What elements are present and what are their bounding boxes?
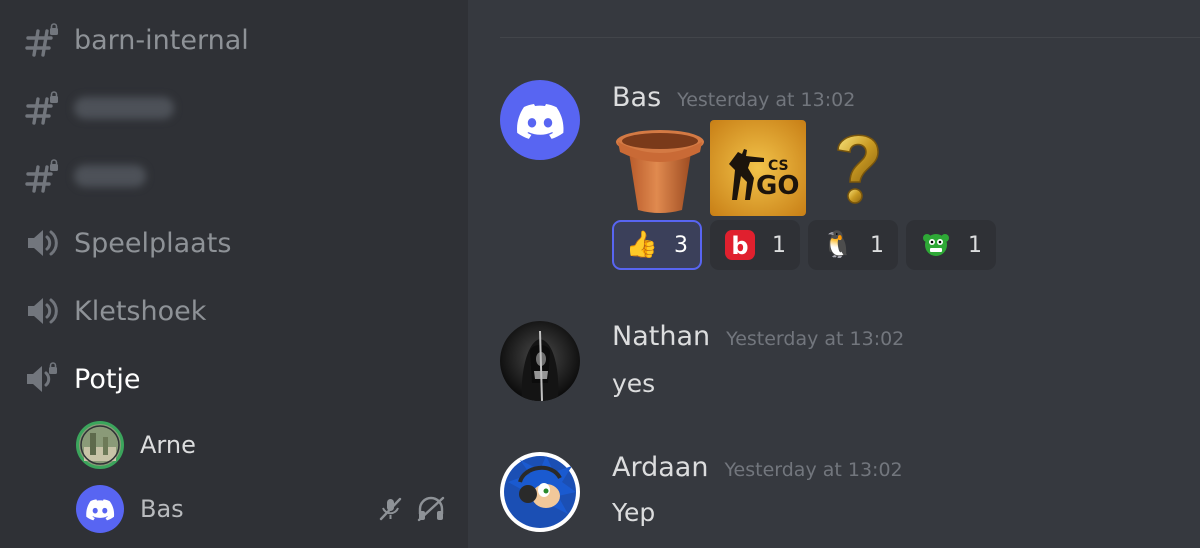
locked-speaker-icon <box>22 360 60 398</box>
green-monster-icon <box>920 229 952 261</box>
timestamp: Yesterday at 13:02 <box>677 89 856 111</box>
avatar[interactable] <box>500 80 580 160</box>
channel-name: Potje <box>74 363 141 395</box>
speaker-icon <box>22 224 60 262</box>
chat-area: Bas Yesterday at 13:02 CS GO 👍 3 b 1 🐧 1… <box>468 0 1200 548</box>
flower-pot-emoji[interactable] <box>612 120 708 216</box>
emoji-content: CS GO <box>612 120 906 216</box>
speaker-icon <box>22 292 60 330</box>
author-name[interactable]: Nathan <box>612 321 710 352</box>
blurred-channel-name <box>74 97 174 119</box>
channel-sidebar: barn-internal Speelplaats Kletshoek Potj… <box>0 0 468 548</box>
voice-user-name: Bas <box>140 495 184 523</box>
voice-status-icons <box>378 496 446 522</box>
message-header: Ardaan Yesterday at 13:02 <box>612 452 903 483</box>
reaction-count: 3 <box>674 232 688 258</box>
discord-app: barn-internal Speelplaats Kletshoek Potj… <box>0 0 1200 548</box>
csgo-logo-emoji[interactable]: CS GO <box>710 120 806 216</box>
channel-name: Speelplaats <box>74 227 232 259</box>
message-ardaan: Ardaan Yesterday at 13:02 Yep <box>500 452 1180 542</box>
author-name[interactable]: Bas <box>612 82 661 113</box>
date-divider <box>500 37 1200 38</box>
deafened-headphones-icon <box>417 496 445 522</box>
reaction-count: 1 <box>772 232 786 258</box>
author-name[interactable]: Ardaan <box>612 452 708 483</box>
thumbs-up-icon: 👍 <box>625 230 659 260</box>
channel-hidden-2[interactable] <box>22 146 146 206</box>
channel-kletshoek[interactable]: Kletshoek <box>22 281 206 341</box>
reaction-thumbs-up[interactable]: 👍 3 <box>612 220 702 270</box>
muted-microphone-icon <box>379 497 402 521</box>
message-nathan: Nathan Yesterday at 13:02 yes <box>500 321 1180 411</box>
reactions-bar: 👍 3 b 1 🐧 1 1 <box>612 220 996 270</box>
message-text: yes <box>612 369 656 398</box>
channel-potje[interactable]: Potje <box>22 349 141 409</box>
timestamp: Yesterday at 13:02 <box>724 459 903 481</box>
message-header: Bas Yesterday at 13:02 <box>612 82 855 113</box>
channel-speelplaats[interactable]: Speelplaats <box>22 213 231 273</box>
avatar[interactable] <box>500 321 580 401</box>
timestamp: Yesterday at 13:02 <box>726 328 905 350</box>
red-b-icon: b <box>724 229 756 261</box>
locked-text-channel-icon <box>22 89 60 127</box>
blurred-channel-name <box>74 165 146 187</box>
voice-user-arne[interactable]: Arne <box>76 420 446 470</box>
message-header: Nathan Yesterday at 13:02 <box>612 321 904 352</box>
reaction-penguin[interactable]: 🐧 1 <box>808 220 898 270</box>
golden-question-mark-emoji[interactable] <box>806 120 906 216</box>
voice-user-bas[interactable]: Bas <box>76 484 446 534</box>
svg-text:GO: GO <box>756 171 799 201</box>
avatar <box>76 421 124 469</box>
avatar[interactable] <box>500 452 580 532</box>
message-text: Yep <box>612 498 656 527</box>
channel-name: barn-internal <box>74 24 249 56</box>
locked-text-channel-icon <box>22 157 60 195</box>
locked-text-channel-icon <box>22 21 60 59</box>
reaction-red-b[interactable]: b 1 <box>710 220 800 270</box>
reaction-count: 1 <box>870 232 884 258</box>
penguin-icon: 🐧 <box>821 230 855 260</box>
channel-name: Kletshoek <box>74 295 207 327</box>
reaction-count: 1 <box>968 232 982 258</box>
red-b-letter: b <box>731 232 748 260</box>
avatar <box>76 485 124 533</box>
voice-user-name: Arne <box>140 431 196 459</box>
reaction-green-monster[interactable]: 1 <box>906 220 996 270</box>
channel-hidden-1[interactable] <box>22 78 174 138</box>
channel-barn-internal[interactable]: barn-internal <box>22 10 249 70</box>
message-bas: Bas Yesterday at 13:02 CS GO 👍 3 b 1 🐧 1… <box>500 80 1180 280</box>
